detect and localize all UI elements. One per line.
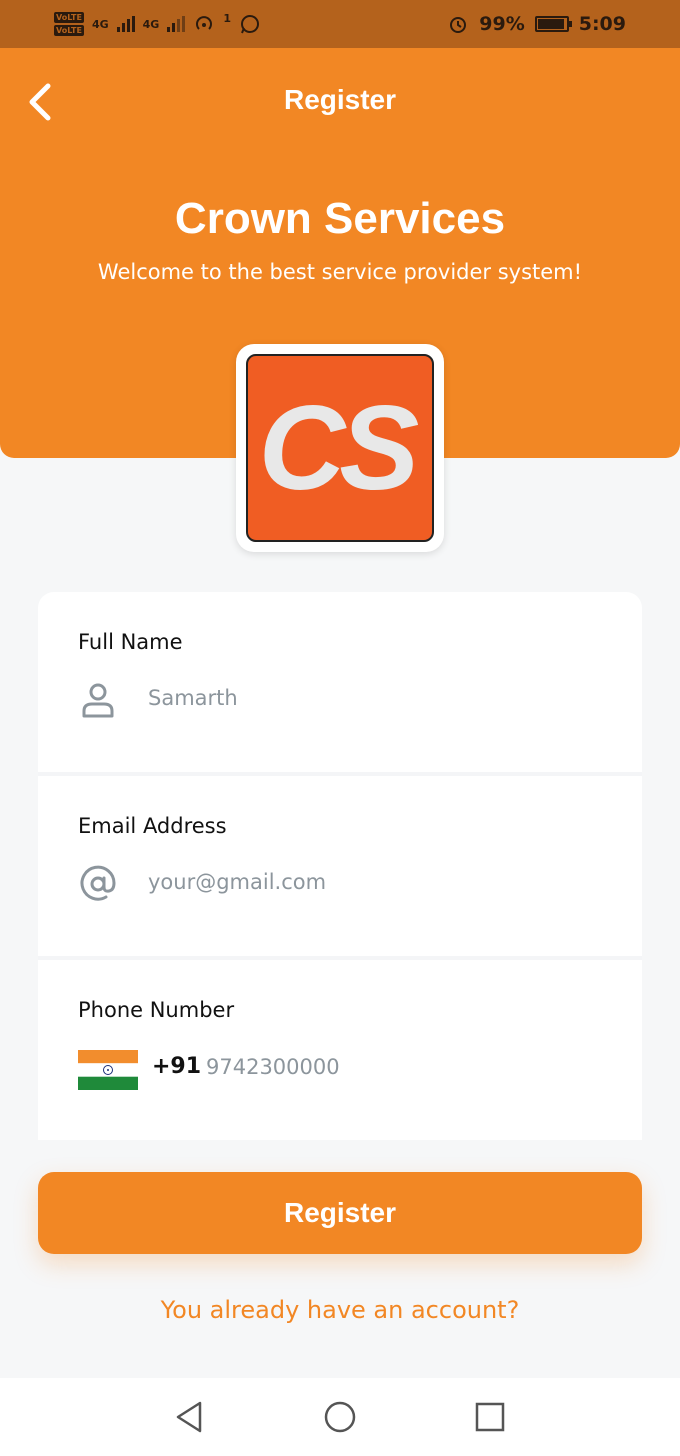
country-code[interactable]: +91 [152, 1054, 201, 1079]
whatsapp-icon [240, 15, 259, 34]
full-name-field: Full Name Samarth [38, 592, 642, 776]
logo-text: CS [258, 381, 420, 515]
battery-percent: 99% [479, 13, 525, 35]
volte-badge-2: VoLTE [54, 25, 84, 36]
tagline: Welcome to the best service provider sys… [97, 260, 583, 284]
battery-icon [534, 16, 572, 32]
status-bar: VoLTE VoLTE 4G 4G 1 99% 5:09 [0, 0, 680, 48]
email-field: Email Address your@gmail.com [38, 776, 642, 960]
alarm-icon [450, 17, 467, 33]
person-icon [82, 683, 114, 718]
signal-icon [116, 16, 135, 32]
back-triangle-icon[interactable] [170, 1397, 210, 1437]
recents-square-icon[interactable] [470, 1397, 510, 1437]
volte-badges: VoLTE VoLTE [54, 12, 84, 36]
brand-name: Crown Services [174, 194, 506, 243]
phone-label: Phone Number [78, 998, 235, 1022]
signal-icon [167, 16, 186, 32]
app-logo: CS [236, 344, 444, 552]
india-flag-icon[interactable] [78, 1050, 138, 1090]
home-circle-icon[interactable] [320, 1397, 360, 1437]
status-left: VoLTE VoLTE 4G 4G 1 [54, 12, 261, 36]
login-link[interactable]: You already have an account? [0, 1296, 680, 1324]
status-right: 99% 5:09 [447, 13, 626, 35]
hotspot-icon [196, 16, 213, 30]
volte-badge-1: VoLTE [54, 12, 84, 23]
register-form: Full Name Samarth Email Address your@gma… [38, 592, 642, 1140]
email-input[interactable]: your@gmail.com [148, 870, 326, 894]
register-button[interactable]: Register [38, 1172, 642, 1254]
email-label: Email Address [78, 814, 227, 838]
logo-tile: CS [246, 354, 434, 542]
at-sign-icon [80, 865, 116, 901]
phone-input[interactable]: 9742300000 [206, 1055, 340, 1079]
phone-field: Phone Number +91 9742300000 [38, 960, 642, 1140]
full-name-label: Full Name [78, 630, 183, 654]
full-name-input[interactable]: Samarth [148, 686, 238, 710]
system-nav-bar [0, 1378, 680, 1456]
network-label-1: 4G [91, 17, 109, 31]
network-label-2: 4G [142, 17, 160, 31]
clock: 5:09 [578, 13, 626, 35]
page-title: Register [283, 84, 397, 115]
hotspot-count: 1 [223, 12, 231, 25]
